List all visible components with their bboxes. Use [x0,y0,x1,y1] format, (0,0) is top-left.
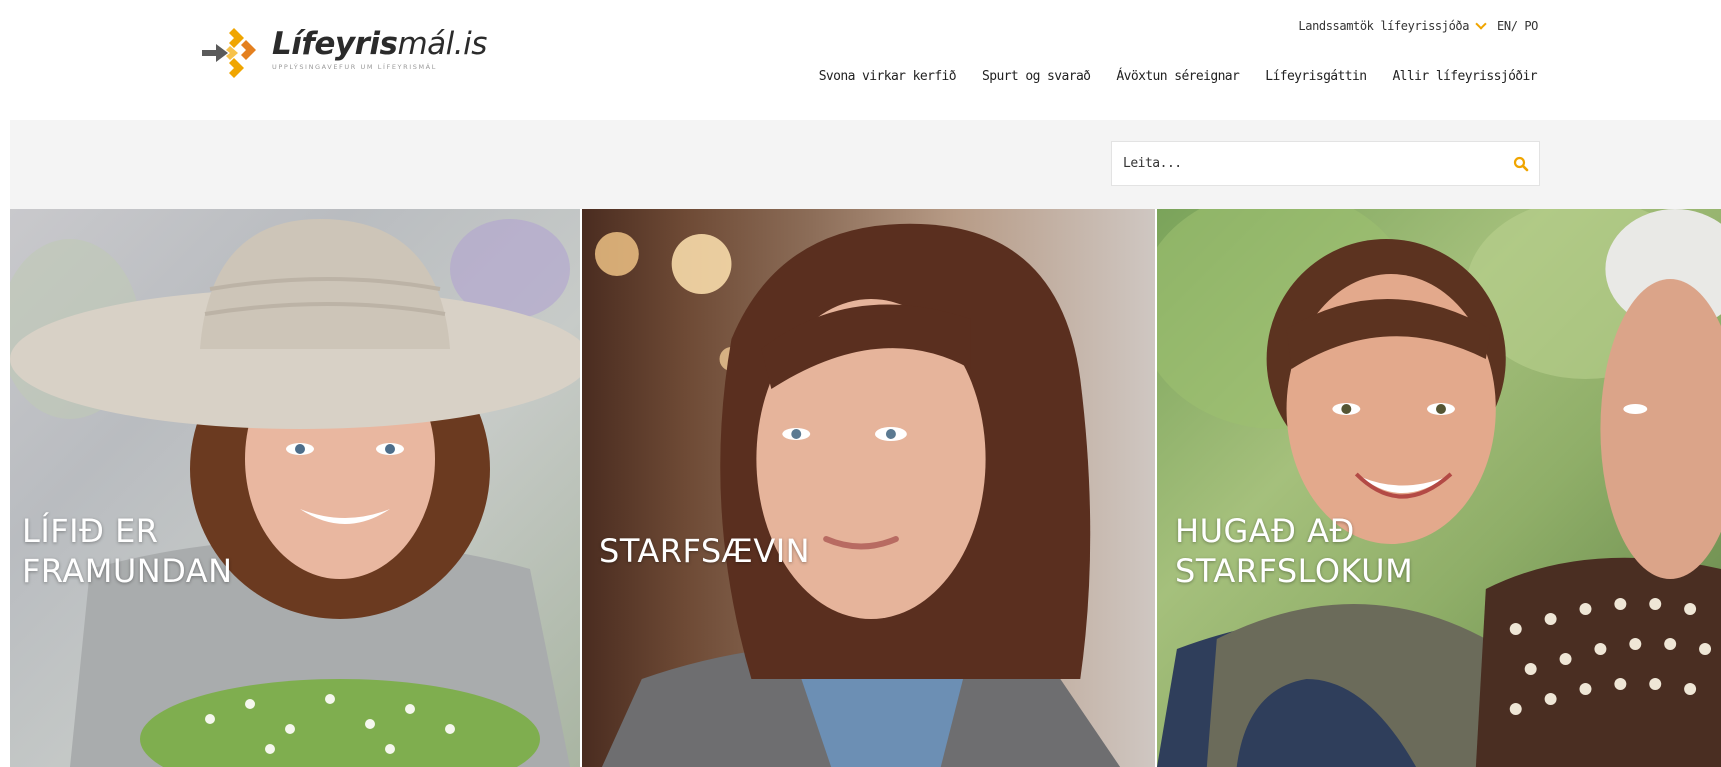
site-logo[interactable]: Lífeyrismál.is UPPLÝSINGAVEFUR UM LÍFEYR… [200,22,487,84]
utility-bar: Landssamtök lífeyrissjóða EN/ PO [1298,17,1538,33]
search-box [1111,141,1540,186]
panel-title: LÍFIÐ ER FRAMUNDAN [22,512,233,590]
language-switch-link[interactable]: EN/ PO [1497,19,1538,33]
panel-starfsaevin[interactable]: STARFSÆVIN [580,209,1155,767]
search-band [10,120,1721,209]
woman-portrait-image [594,223,1121,767]
panel-lifid-er-framundan[interactable]: LÍFIÐ ER FRAMUNDAN [10,209,580,767]
org-dropdown-link[interactable]: Landssamtök lífeyrissjóða [1298,19,1469,33]
panel-title: STARFSÆVIN [599,532,811,570]
logo-mark-icon [202,28,256,78]
panel-title: HUGAÐ AÐ STARFSLOKUM [1175,512,1414,590]
senior-couple-image [1157,209,1721,767]
main-nav: Svona virkar kerfið Spurt og svarað Ávöx… [819,69,1538,84]
logo-tagline: UPPLÝSINGAVEFUR UM LÍFEYRISMÁL [272,63,437,71]
search-input[interactable] [1112,142,1503,185]
nav-item-spurt-og-svarad[interactable]: Spurt og svarað [982,69,1091,84]
hero-panels: LÍFIÐ ER FRAMUNDAN STARFSÆVIN HUGAÐ AÐ S… [10,209,1721,767]
nav-item-svona-virkar-kerfid[interactable]: Svona virkar kerfið [819,69,957,84]
chevron-down-icon[interactable] [1475,17,1487,30]
search-icon[interactable] [1503,142,1539,185]
panel-hugad-ad-starfslokum[interactable]: HUGAÐ AÐ STARFSLOKUM [1155,209,1721,767]
nav-item-avoxtun-sereignar[interactable]: Ávöxtun séreignar [1116,69,1239,84]
young-woman-with-hat-image [10,219,580,767]
nav-item-lifeyrisgattin[interactable]: Lífeyrisgáttin [1265,69,1367,84]
nav-item-allir-lifeyrissjodir[interactable]: Allir lífeyrissjóðir [1392,69,1537,84]
logo-wordmark: Lífeyrismál.is [272,26,487,62]
site-header: Lífeyrismál.is UPPLÝSINGAVEFUR UM LÍFEYR… [0,0,1721,120]
